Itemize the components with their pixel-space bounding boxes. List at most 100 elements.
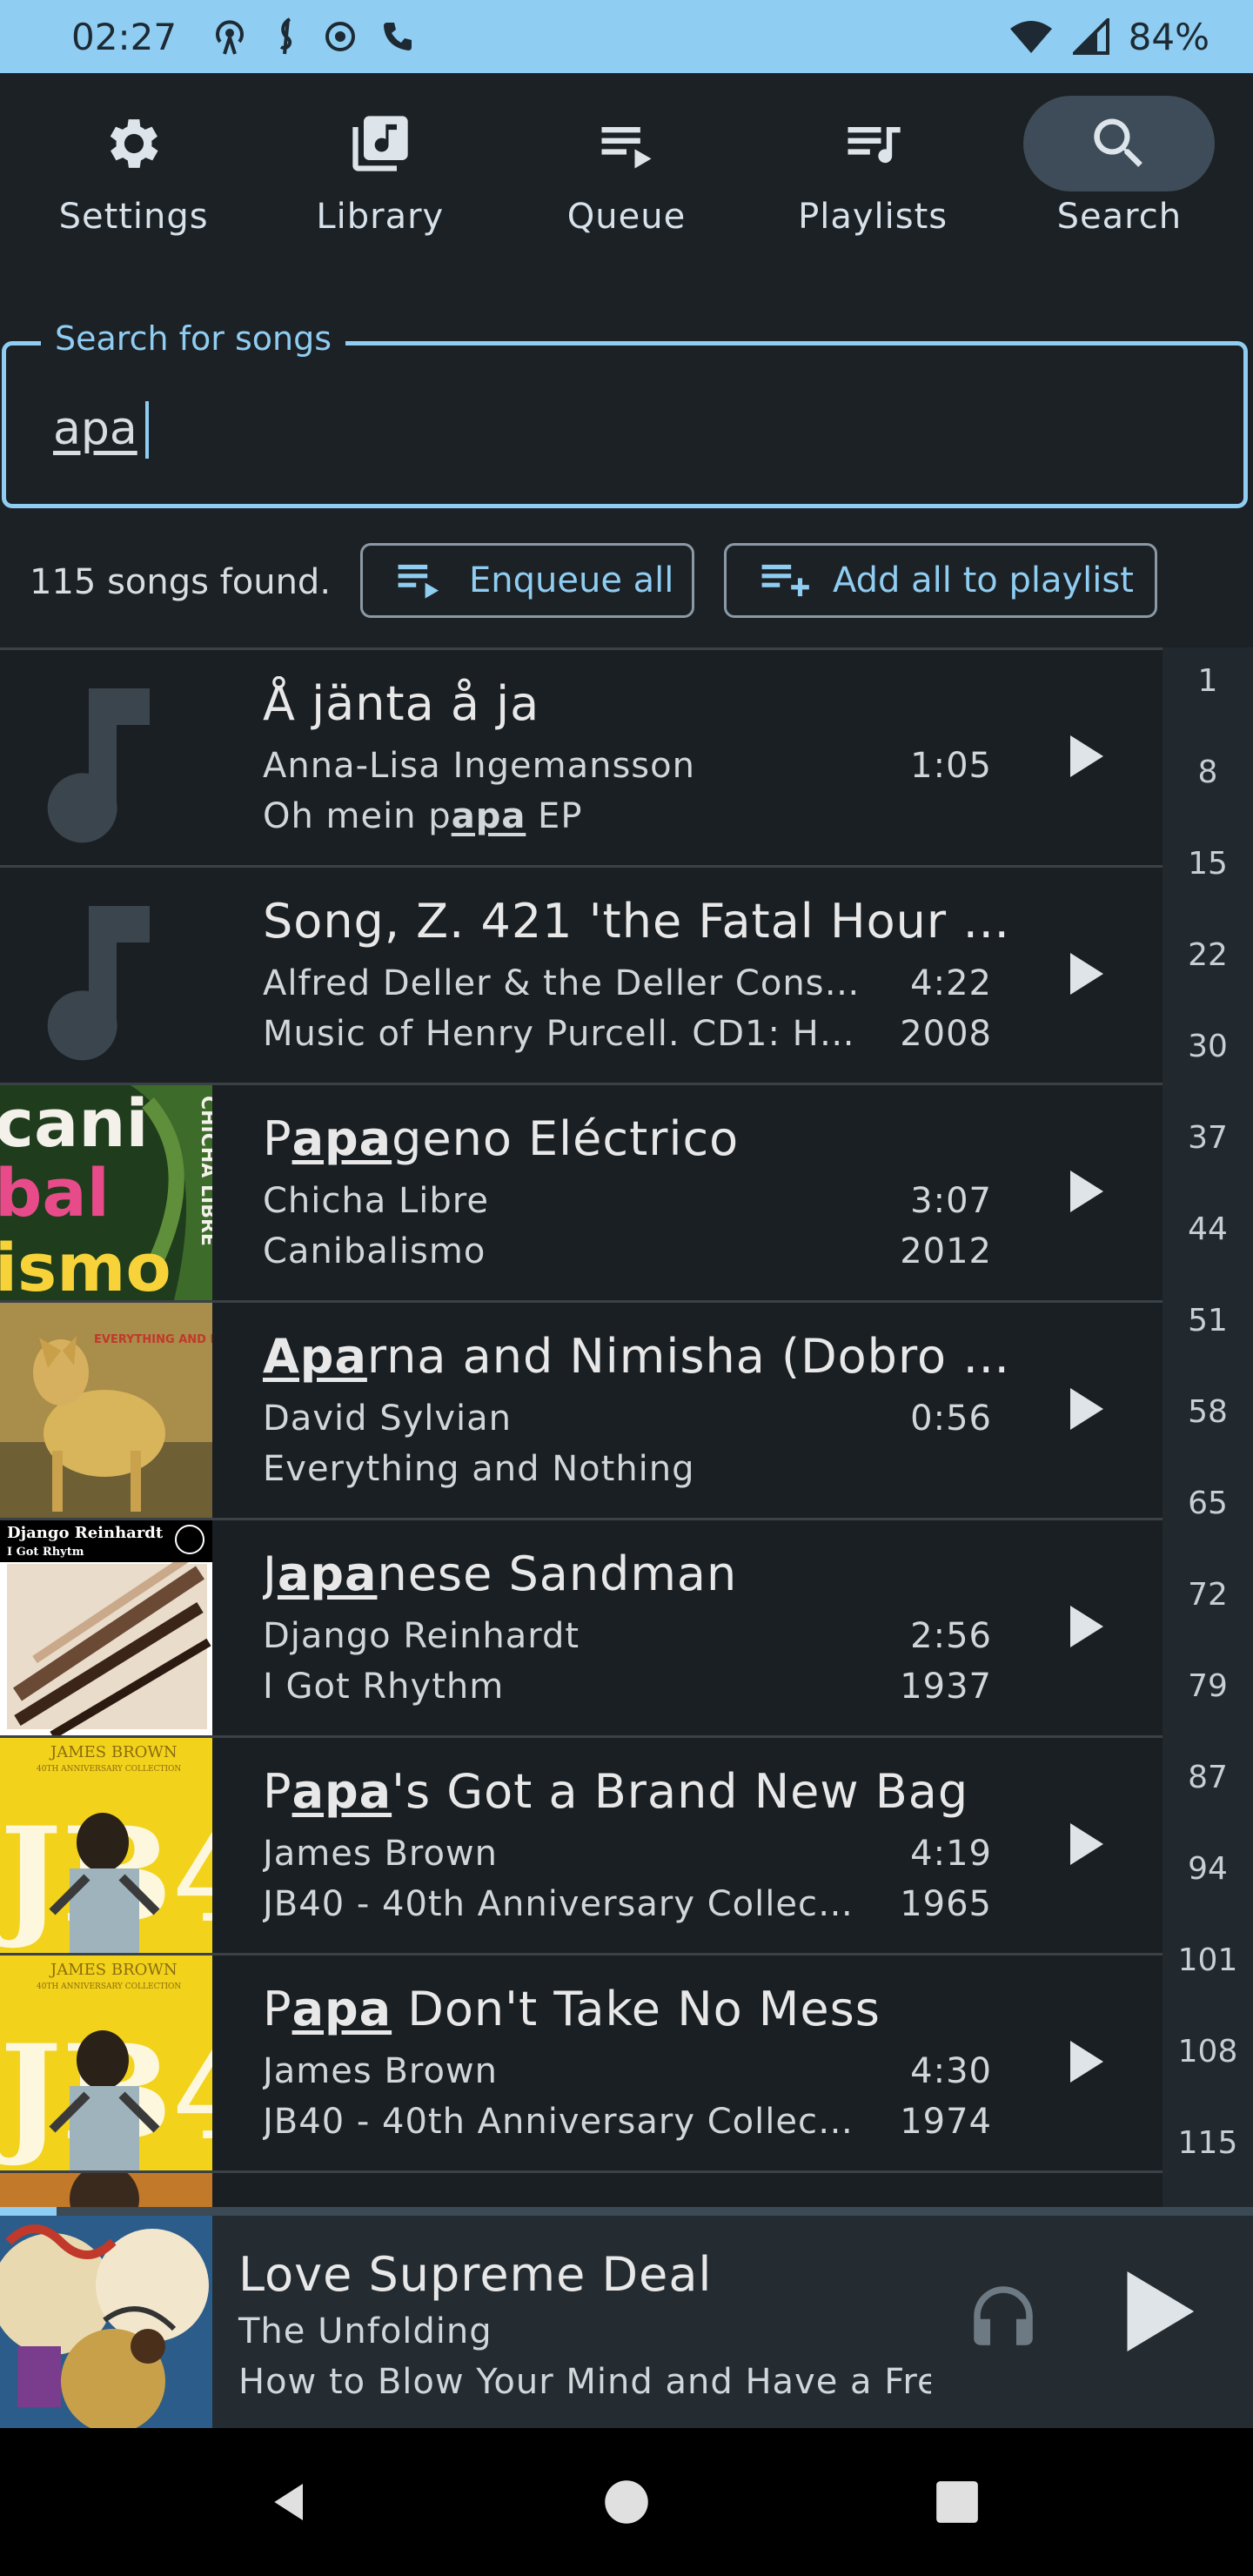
song-row[interactable]: Å jänta å ja Anna-Lisa Ingemansson Oh mein… (0, 650, 1163, 868)
now-playing-album: How to Blow Your Mind and Have a Freak-O… (238, 2362, 931, 2402)
album-art-image: JB40JAMES BROWN40TH ANNIVERSARY COLLECTI… (0, 1738, 212, 1953)
play-button[interactable] (1051, 939, 1121, 1009)
tab-playlists-label: Playlists (798, 197, 948, 237)
album-art-image: Django Reinhardt I Got Rhytm (0, 1520, 212, 1735)
phone-icon (384, 23, 412, 50)
search-field[interactable]: Search for songs apa (2, 319, 1248, 508)
tab-search[interactable]: Search (1009, 73, 1229, 310)
playback-progress[interactable] (0, 2207, 1253, 2216)
tab-settings-pill (38, 96, 230, 191)
search-match-highlight: apa (291, 1764, 392, 1819)
podcast-icon (216, 20, 245, 55)
scroll-index-number[interactable]: 115 (1163, 2125, 1253, 2161)
scroll-index-number[interactable]: 72 (1163, 1577, 1253, 1613)
song-artist: Anna-Lisa Ingemansson (263, 746, 695, 786)
song-artist: Alfred Deller & the Deller Consort (263, 963, 872, 1003)
enqueue-all-button[interactable]: Enqueue all (360, 543, 694, 618)
play-button[interactable] (1051, 2027, 1121, 2096)
scroll-index-number[interactable]: 108 (1163, 2034, 1253, 2070)
song-list[interactable]: Å jänta å ja Anna-Lisa Ingemansson Oh mein… (0, 647, 1163, 2210)
home-icon (605, 2480, 648, 2524)
play-button[interactable] (1051, 721, 1121, 791)
play-button[interactable] (1051, 1157, 1121, 1226)
tab-settings[interactable]: Settings (24, 73, 244, 310)
song-title: Japanese Sandman (263, 1546, 738, 1601)
tab-queue[interactable]: Queue (517, 73, 736, 310)
album-art (0, 650, 212, 865)
play-icon (1070, 2041, 1103, 2083)
art-top-text: JAMES BROWN (49, 1961, 178, 1979)
scroll-index-number[interactable]: 65 (1163, 1486, 1253, 1521)
art-subtitle: I Got Rhytm (7, 1546, 84, 1559)
song-artist: Chicha Libre (263, 1181, 489, 1221)
play-icon (1070, 1388, 1103, 1430)
headphones-icon[interactable] (964, 2277, 1042, 2355)
playlists-icon (848, 127, 901, 164)
play-icon (1070, 735, 1103, 777)
song-row[interactable]: EVERYTHING AND NOTHING Aparna and Nimisha… (0, 1303, 1163, 1520)
scroll-index-number[interactable]: 30 (1163, 1029, 1253, 1064)
tab-playlists[interactable]: Playlists (763, 73, 982, 310)
art-side-text: CHICHA LIBRE (197, 1096, 212, 1246)
search-match-highlight: apa (451, 796, 526, 836)
scroll-index-number[interactable]: 58 (1163, 1394, 1253, 1430)
song-row[interactable]: Song, Z. 421 'the Fatal Hour Comes On Ap… (0, 868, 1163, 1085)
playback-progress-fill (0, 2207, 57, 2216)
add-all-to-playlist-button[interactable]: Add all to playlist (724, 543, 1157, 618)
song-row[interactable]: JB40JAMES BROWN40TH ANNIVERSARY COLLECTI… (0, 1955, 1163, 2173)
song-row[interactable]: JB40JAMES BROWN40TH ANNIVERSARY COLLECTI… (0, 1738, 1163, 1955)
now-playing-title: Love Supreme Deal (238, 2247, 713, 2302)
play-icon (1070, 1606, 1103, 1647)
wifi-icon (1009, 21, 1052, 53)
scroll-index-number[interactable]: 44 (1163, 1211, 1253, 1247)
scroll-index-number[interactable]: 37 (1163, 1120, 1253, 1156)
nav-home-button[interactable] (539, 2428, 714, 2576)
scroll-index-number[interactable]: 22 (1163, 937, 1253, 973)
nav-back-button[interactable] (204, 2428, 378, 2576)
play-icon (1070, 1171, 1103, 1212)
play-icon (1070, 953, 1103, 995)
now-playing-art-image (0, 2216, 212, 2428)
song-album: JB40 - 40th Anniversary Collection (263, 1884, 863, 1924)
scroll-index-number[interactable]: 101 (1163, 1942, 1253, 1978)
song-album: Music of Henry Purcell. CD1: Hommage to … (263, 1014, 863, 1054)
album-art: cani bal ismo CHICHA LIBRE (0, 1085, 212, 1300)
play-button[interactable] (1051, 1809, 1121, 1879)
search-icon (1094, 118, 1143, 167)
search-input[interactable]: apa (53, 403, 137, 455)
scroll-index-number[interactable]: 8 (1163, 755, 1253, 790)
art-text: EVERYTHING AND NOTHING (94, 1333, 212, 1346)
play-button[interactable] (1051, 1592, 1121, 1661)
playlist-add-icon (761, 564, 809, 597)
song-row-partial[interactable] (0, 2173, 1163, 2210)
scroll-index-number[interactable]: 15 (1163, 846, 1253, 882)
fast-scroll-index[interactable]: 1 8 15 22 30 37 44 51 58 65 72 79 87 94 101 108 115 (1163, 647, 1253, 2207)
art-sub-text: 40TH ANNIVERSARY COLLECTION (37, 1765, 181, 1774)
scroll-index-number[interactable]: 79 (1163, 1668, 1253, 1704)
back-icon (274, 2484, 303, 2520)
song-title: Papageno Eléctrico (263, 1111, 740, 1166)
now-playing-play-button[interactable] (1117, 2268, 1197, 2355)
song-title: Papa's Got a Brand New Bag (263, 1764, 969, 1819)
scroll-index-number[interactable]: 51 (1163, 1303, 1253, 1338)
music-clef-icon (279, 17, 292, 55)
enqueue-all-label: Enqueue all (469, 560, 674, 600)
scroll-index-number[interactable]: 87 (1163, 1760, 1253, 1795)
search-caret (145, 401, 149, 459)
nav-recents-button[interactable] (870, 2428, 1044, 2576)
scroll-index-number[interactable]: 1 (1163, 663, 1253, 699)
tab-library[interactable]: Library (271, 73, 490, 310)
play-button[interactable] (1051, 1374, 1121, 1444)
song-artist: James Brown (263, 1834, 498, 1874)
search-match-highlight: Apa (263, 1329, 367, 1384)
now-playing-bar[interactable]: Love Supreme Deal The Unfolding How to B… (0, 2216, 1253, 2428)
recents-icon (936, 2481, 978, 2523)
gear-icon (110, 119, 158, 168)
song-duration: 0:56 (910, 1399, 992, 1439)
song-row[interactable]: cani bal ismo CHICHA LIBRE Papageno Eléctric… (0, 1085, 1163, 1303)
queue-icon (601, 127, 652, 169)
status-time: 02:27 (71, 15, 178, 58)
scroll-index-number[interactable]: 94 (1163, 1851, 1253, 1887)
album-art: JB40JAMES BROWN40TH ANNIVERSARY COLLECTI… (0, 1955, 212, 2170)
song-row[interactable]: Django Reinhardt I Got Rhytm Japanese Sand… (0, 1520, 1163, 1738)
